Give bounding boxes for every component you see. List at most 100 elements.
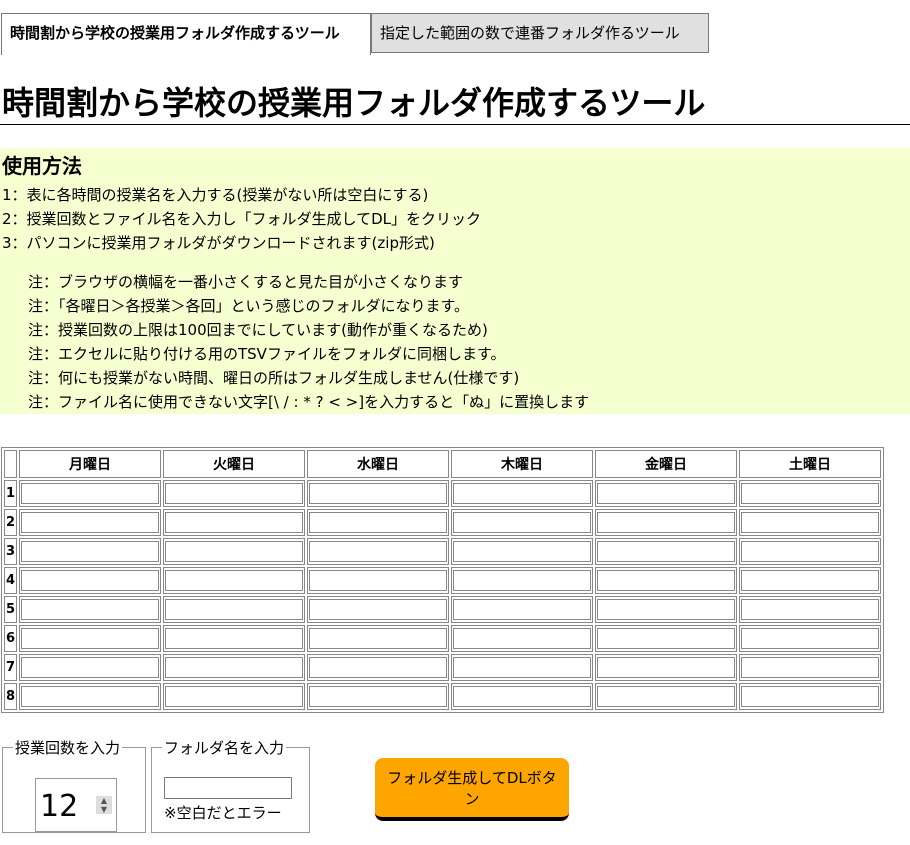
class-name-input[interactable] [453,628,591,649]
timetable-cell [595,509,737,536]
tab-timetable-folder-tool[interactable]: 時間割から学校の授業用フォルダ作成するツール [1,13,371,55]
class-name-input[interactable] [309,541,447,562]
class-name-input[interactable] [165,570,303,591]
class-name-input[interactable] [741,483,879,504]
table-row: 6 [4,625,881,652]
timetable-cell [451,683,593,710]
class-name-input[interactable] [453,599,591,620]
timetable-cell [739,538,881,565]
class-name-input[interactable] [597,628,735,649]
class-name-input[interactable] [21,512,159,533]
table-row: 2 [4,509,881,536]
class-name-input[interactable] [453,483,591,504]
class-name-input[interactable] [741,686,879,707]
timetable-cell [451,625,593,652]
class-name-input[interactable] [21,686,159,707]
timetable: 月曜日 火曜日 水曜日 木曜日 金曜日 土曜日 12345678 [1,447,884,713]
timetable-cell [595,596,737,623]
table-row: 5 [4,596,881,623]
timetable-header-row: 月曜日 火曜日 水曜日 木曜日 金曜日 土曜日 [4,450,881,478]
class-name-input[interactable] [309,599,447,620]
class-name-input[interactable] [597,541,735,562]
class-name-input[interactable] [309,686,447,707]
timetable-cell [163,509,305,536]
timetable-cell [307,683,449,710]
timetable-cell [19,654,161,681]
class-name-input[interactable] [597,483,735,504]
page-title: 時間割から学校の授業用フォルダ作成するツール [2,84,706,122]
class-name-input[interactable] [453,686,591,707]
class-name-input[interactable] [597,570,735,591]
class-name-input[interactable] [597,599,735,620]
class-name-input[interactable] [165,628,303,649]
class-name-input[interactable] [165,483,303,504]
class-name-input[interactable] [21,628,159,649]
timetable-cell [19,567,161,594]
class-name-input[interactable] [597,686,735,707]
class-name-input[interactable] [165,657,303,678]
usage-note-4: 注：エクセルに貼り付ける用のTSVファイルをフォルダに同梱します。 [28,345,506,363]
class-name-input[interactable] [309,570,447,591]
timetable-cell [163,625,305,652]
class-name-input[interactable] [309,512,447,533]
timetable-cell [163,596,305,623]
class-name-input[interactable] [741,512,879,533]
spinner-arrows-icon[interactable]: ▲ ▼ [96,796,112,814]
usage-section: 使用方法 1：表に各時間の授業名を入力する(授業がない所は空白にする) 2：授業… [0,148,910,414]
class-name-input[interactable] [741,541,879,562]
period-number: 7 [4,654,17,681]
class-name-input[interactable] [597,512,735,533]
day-header-tuesday: 火曜日 [163,450,305,478]
timetable-cell [307,625,449,652]
class-name-input[interactable] [165,512,303,533]
class-name-input[interactable] [21,599,159,620]
class-name-input[interactable] [597,657,735,678]
timetable-cell [595,567,737,594]
period-number: 2 [4,509,17,536]
timetable-cell [739,654,881,681]
class-name-input[interactable] [453,541,591,562]
lesson-count-input[interactable]: 12 ▲ ▼ [35,778,117,832]
class-name-input[interactable] [21,541,159,562]
timetable-cell [307,654,449,681]
class-name-input[interactable] [453,657,591,678]
timetable-cell [163,683,305,710]
folder-name-input[interactable] [164,777,292,799]
folder-name-legend: フォルダ名を入力 [164,739,285,757]
class-name-input[interactable] [309,483,447,504]
timetable-cell [595,625,737,652]
folder-name-group: フォルダ名を入力 ※空白だとエラー [151,737,310,833]
period-number: 5 [4,596,17,623]
class-name-input[interactable] [21,570,159,591]
class-name-input[interactable] [21,483,159,504]
class-name-input[interactable] [165,541,303,562]
day-header-saturday: 土曜日 [739,450,881,478]
timetable-cell [595,654,737,681]
timetable-cell [19,538,161,565]
class-name-input[interactable] [741,570,879,591]
timetable-cell [595,480,737,507]
period-number: 1 [4,480,17,507]
class-name-input[interactable] [453,570,591,591]
class-name-input[interactable] [453,512,591,533]
class-name-input[interactable] [21,657,159,678]
generate-download-button[interactable]: フォルダ生成してDLボタン [375,758,569,821]
timetable-cell [739,567,881,594]
table-row: 1 [4,480,881,507]
class-name-input[interactable] [741,599,879,620]
class-name-input[interactable] [165,599,303,620]
table-row: 8 [4,683,881,710]
timetable-cell [163,654,305,681]
title-divider [0,124,910,125]
timetable-cell [739,509,881,536]
class-name-input[interactable] [741,657,879,678]
class-name-input[interactable] [309,657,447,678]
tab-sequential-folder-tool[interactable]: 指定した範囲の数で連番フォルダ作るツール [371,13,709,53]
class-name-input[interactable] [741,628,879,649]
lesson-count-value: 12 [40,789,79,824]
class-name-input[interactable] [165,686,303,707]
period-number: 3 [4,538,17,565]
class-name-input[interactable] [309,628,447,649]
timetable-cell [595,538,737,565]
usage-step-2: 2：授業回数とファイル名を入力し「フォルダ生成してDL」をクリック [2,210,482,228]
